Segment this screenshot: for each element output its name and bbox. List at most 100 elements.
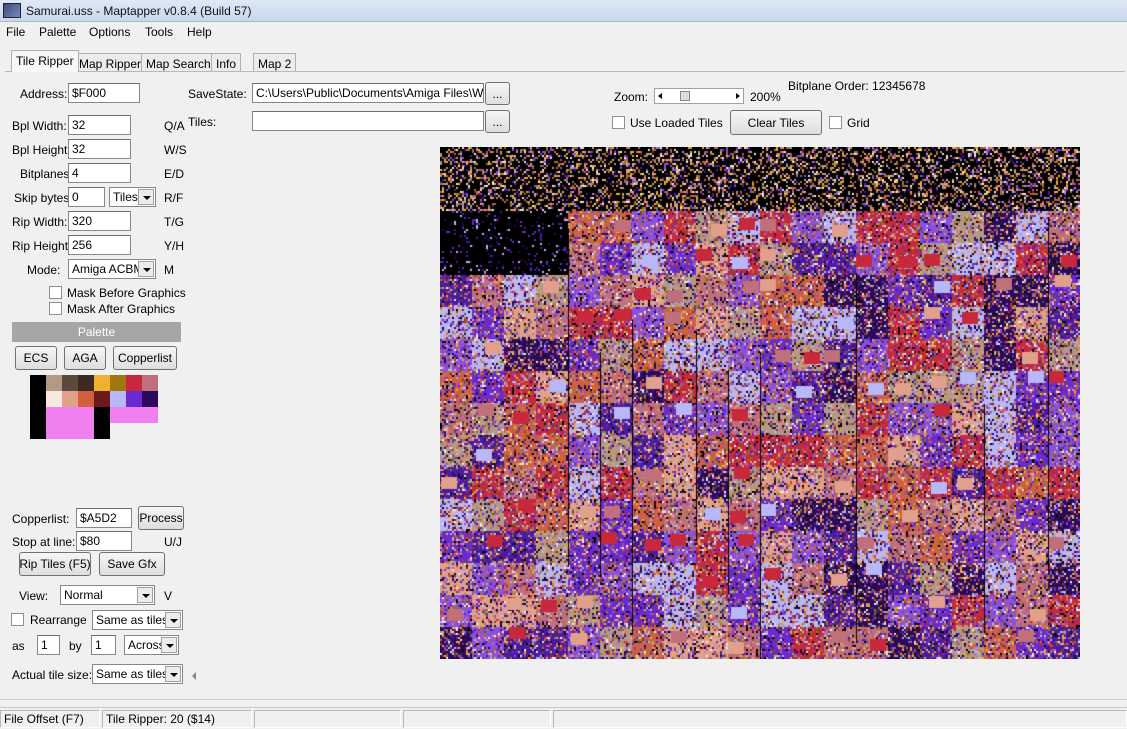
rip-height-key: Y/H — [164, 239, 185, 253]
skip-unit-select[interactable]: Tiles — [109, 187, 156, 207]
ecs-button[interactable]: ECS — [15, 346, 57, 370]
menu-bar: File Palette Options Tools Help — [0, 22, 1127, 41]
palette-swatch[interactable] — [142, 375, 158, 391]
copperlist-button[interactable]: Copperlist — [113, 346, 177, 370]
slider-right-arrow-icon[interactable] — [736, 93, 740, 99]
zoom-label: Zoom: — [614, 90, 649, 104]
scroll-left-icon[interactable] — [192, 672, 196, 680]
palette-swatch[interactable] — [62, 375, 78, 391]
palette-swatch[interactable] — [62, 391, 78, 407]
palette-swatch[interactable] — [110, 391, 126, 407]
rip-tiles-button[interactable]: Rip Tiles (F5) — [19, 552, 91, 576]
status-tile-ripper: Tile Ripper: 20 ($14) — [102, 710, 252, 728]
bitplane-order: Bitplane Order: 12345678 — [788, 79, 926, 93]
palette-swatch[interactable] — [46, 391, 62, 407]
clear-tiles-button[interactable]: Clear Tiles — [730, 110, 822, 135]
palette-swatch[interactable] — [110, 375, 126, 391]
save-gfx-button[interactable]: Save Gfx — [99, 552, 165, 576]
savestate-path-input[interactable]: C:\Users\Public\Documents\Amiga Files\Wi… — [252, 83, 484, 103]
stop-at-line-label: Stop at line:: — [12, 535, 79, 549]
mode-select[interactable]: Amiga ACBM — [68, 259, 156, 279]
palette-swatch[interactable] — [30, 407, 46, 423]
tab-info[interactable]: Info — [211, 53, 242, 72]
bpl-width-input[interactable]: 32 — [68, 115, 131, 135]
palette-swatch[interactable] — [142, 407, 158, 423]
mask-before-checkbox[interactable] — [49, 286, 62, 299]
stop-at-line-input[interactable]: $80 — [76, 531, 132, 551]
tile-graphics-image — [440, 147, 1080, 659]
rearrange-select[interactable]: Same as tiles — [92, 610, 183, 630]
chevron-down-icon — [165, 666, 181, 682]
palette-swatch[interactable] — [94, 423, 110, 439]
palette-swatch[interactable] — [126, 375, 142, 391]
bpl-width-label: Bpl Width: — [12, 119, 67, 133]
palette-swatch[interactable] — [62, 407, 78, 423]
palette-swatch[interactable] — [126, 407, 142, 423]
palette-swatch[interactable] — [78, 375, 94, 391]
copperlist-input[interactable]: $A5D2 — [76, 508, 132, 528]
status-separator — [0, 699, 1127, 700]
chevron-down-icon — [137, 587, 153, 603]
by-input[interactable]: 1 — [91, 635, 116, 655]
palette-swatch[interactable] — [94, 391, 110, 407]
direction-value: Across — [128, 638, 165, 652]
aga-button[interactable]: AGA — [64, 346, 106, 370]
rearrange-value: Same as tiles — [96, 613, 169, 627]
palette-swatch[interactable] — [46, 407, 62, 423]
rip-height-label: Rip Height: — [12, 239, 72, 253]
rip-width-input[interactable]: 320 — [68, 211, 131, 231]
status-panel-3 — [254, 710, 401, 728]
palette-swatch[interactable] — [94, 375, 110, 391]
savestate-browse-button[interactable]: ... — [485, 82, 510, 105]
zoom-slider-thumb[interactable] — [680, 91, 691, 101]
tab-map-ripper[interactable]: Map Ripper — [74, 53, 147, 72]
tile-preview-canvas[interactable] — [440, 147, 1080, 659]
actual-tile-size-select[interactable]: Same as tiles — [92, 664, 183, 684]
menu-file[interactable]: File — [6, 25, 25, 39]
menu-tools[interactable]: Tools — [145, 25, 173, 39]
palette-swatch[interactable] — [126, 391, 142, 407]
grid-checkbox[interactable] — [829, 116, 842, 129]
palette-swatch[interactable] — [46, 423, 62, 439]
menu-help[interactable]: Help — [187, 25, 212, 39]
rearrange-checkbox[interactable] — [11, 613, 24, 626]
zoom-slider[interactable] — [654, 88, 744, 104]
palette-swatch[interactable] — [62, 423, 78, 439]
slider-left-arrow-icon[interactable] — [658, 93, 662, 99]
palette-swatch[interactable] — [78, 423, 94, 439]
tab-map-2[interactable]: Map 2 — [253, 53, 297, 72]
rip-height-input[interactable]: 256 — [68, 235, 131, 255]
view-select[interactable]: Normal — [60, 585, 155, 605]
tab-tile-ripper[interactable]: Tile Ripper — [11, 50, 79, 72]
palette-swatch[interactable] — [30, 391, 46, 407]
menu-options[interactable]: Options — [89, 25, 130, 39]
as-input[interactable]: 1 — [37, 635, 60, 655]
address-input[interactable]: $F000 — [68, 83, 140, 103]
bpl-height-label: Bpl Height: — [12, 143, 71, 157]
palette-swatches[interactable] — [30, 375, 158, 439]
chevron-down-icon — [165, 612, 181, 628]
palette-swatch[interactable] — [30, 375, 46, 391]
palette-swatch[interactable] — [78, 407, 94, 423]
palette-swatch[interactable] — [30, 423, 46, 439]
use-loaded-tiles-checkbox[interactable] — [612, 116, 625, 129]
tab-map-search[interactable]: Map Search — [141, 53, 216, 72]
direction-select[interactable]: Across — [124, 635, 179, 655]
palette-swatch[interactable] — [46, 375, 62, 391]
palette-swatch[interactable] — [94, 407, 110, 423]
process-button[interactable]: Process — [138, 506, 184, 530]
by-label: by — [69, 639, 82, 653]
tiles-input[interactable] — [252, 111, 484, 131]
actual-tile-size-value: Same as tiles — [96, 667, 169, 681]
tiles-browse-button[interactable]: ... — [485, 110, 510, 133]
copperlist-label: Copperlist: — [12, 512, 70, 526]
bitplanes-input[interactable]: 4 — [68, 163, 131, 183]
bpl-height-input[interactable]: 32 — [68, 139, 131, 159]
palette-swatch[interactable] — [110, 407, 126, 423]
palette-swatch[interactable] — [78, 391, 94, 407]
skip-bytes-input[interactable]: 0 — [68, 187, 105, 207]
palette-swatch[interactable] — [142, 391, 158, 407]
menu-palette[interactable]: Palette — [39, 25, 76, 39]
rearrange-label: Rearrange — [30, 613, 87, 627]
mask-after-checkbox[interactable] — [49, 302, 62, 315]
